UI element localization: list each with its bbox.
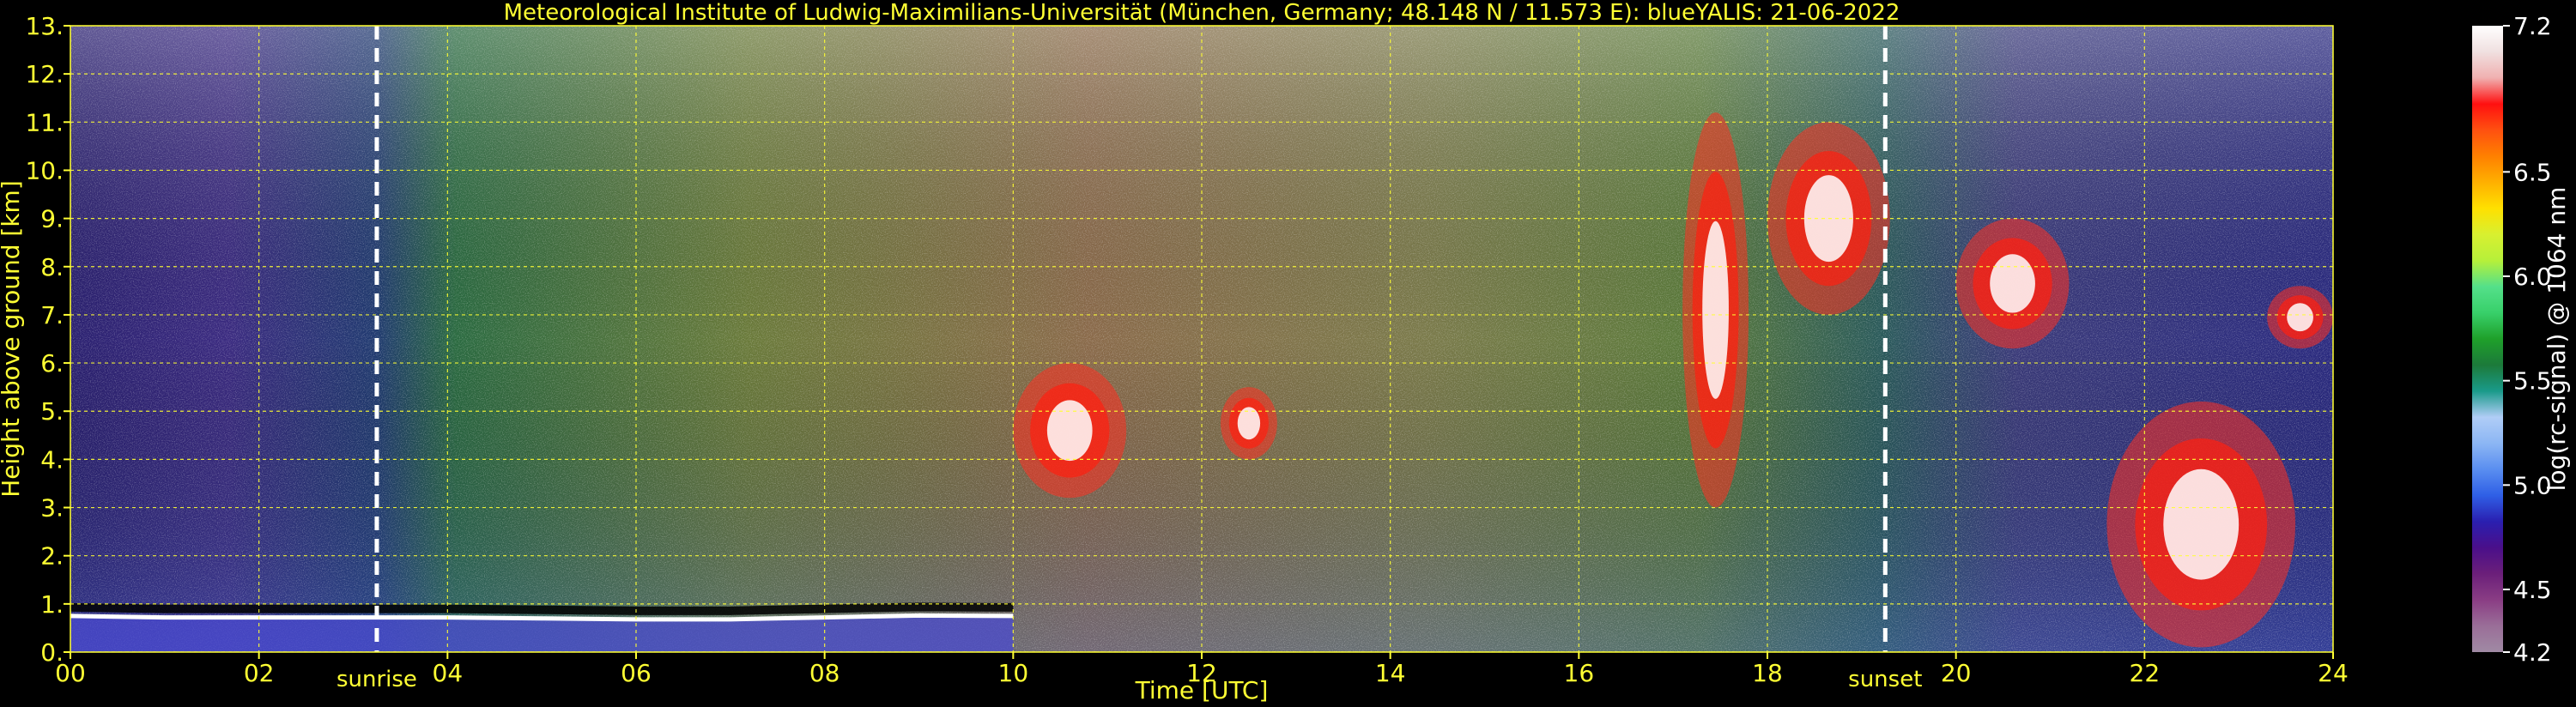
y-axis: 0. 1. 2. 3. 4. 5. 6. 7. 8. 9. 10. 11. 12. 13. [25, 12, 70, 667]
x-tick-label: 08 [809, 659, 840, 687]
y-tick-label: 13. [25, 12, 64, 40]
cloud-layer-core [1702, 221, 1729, 399]
x-tick-label: 24 [2318, 659, 2349, 687]
x-tick-label: 18 [1752, 659, 1783, 687]
annotation-sunset: sunset [1848, 667, 1922, 692]
chart-title: Meteorological Institute of Ludwig-Maxim… [504, 0, 1900, 26]
y-tick-label: 12. [25, 60, 64, 88]
colorbar-tick-label: 4.2 [2513, 638, 2552, 667]
y-tick-label: 7. [40, 301, 64, 329]
y-tick-label: 8. [40, 253, 64, 281]
annotations: sunrise sunset [336, 667, 1922, 692]
y-tick-label: 1. [40, 590, 64, 619]
plot-area [70, 26, 2333, 652]
colorbar-tick-label: 6.5 [2513, 158, 2552, 186]
cloud-layer-core [2287, 303, 2313, 332]
colorbar-scale [2472, 26, 2503, 652]
x-tick-label: 16 [1564, 659, 1595, 687]
y-tick-label: 0. [40, 638, 64, 667]
y-tick-label: 2. [40, 542, 64, 571]
cloud-layer-core [1990, 254, 2035, 313]
y-tick-label: 10. [25, 156, 64, 184]
x-tick-label: 22 [2130, 659, 2161, 687]
x-tick-label: 06 [621, 659, 652, 687]
cloud-layer-core [1237, 407, 1261, 440]
y-tick-label: 9. [40, 205, 64, 233]
boundary-layer-gap [70, 602, 1014, 615]
x-tick-label: 20 [1941, 659, 1972, 687]
y-tick-label: 11. [25, 108, 64, 136]
y-tick-label: 3. [40, 494, 64, 523]
colorbar-tick-label: 4.5 [2513, 576, 2552, 604]
y-tick-label: 4. [40, 445, 64, 474]
colorbar-label: log(rc-signal) @ 1064 nm [2543, 187, 2571, 492]
colorbar-tick-label: 7.2 [2513, 12, 2552, 40]
y-tick-label: 5. [40, 397, 64, 426]
lidar-chart: Meteorological Institute of Ludwig-Maxim… [0, 0, 2571, 704]
cloud-layer-core [2163, 468, 2240, 580]
y-axis-label: Height above ground [km] [0, 180, 25, 498]
x-axis-label: Time [UTC] [1135, 676, 1269, 704]
x-tick-label: 14 [1375, 659, 1406, 687]
cloud-layer-core [1046, 400, 1093, 462]
y-tick-label: 6. [40, 349, 64, 378]
x-tick-label: 02 [244, 659, 275, 687]
x-tick-label: 04 [433, 659, 464, 687]
annotation-sunrise: sunrise [336, 667, 417, 692]
x-tick-label: 10 [998, 659, 1029, 687]
colorbar: 4.24.55.05.56.06.57.2 log(rc-signal) @ 1… [2472, 12, 2571, 667]
boundary-layer-band [70, 615, 1014, 652]
